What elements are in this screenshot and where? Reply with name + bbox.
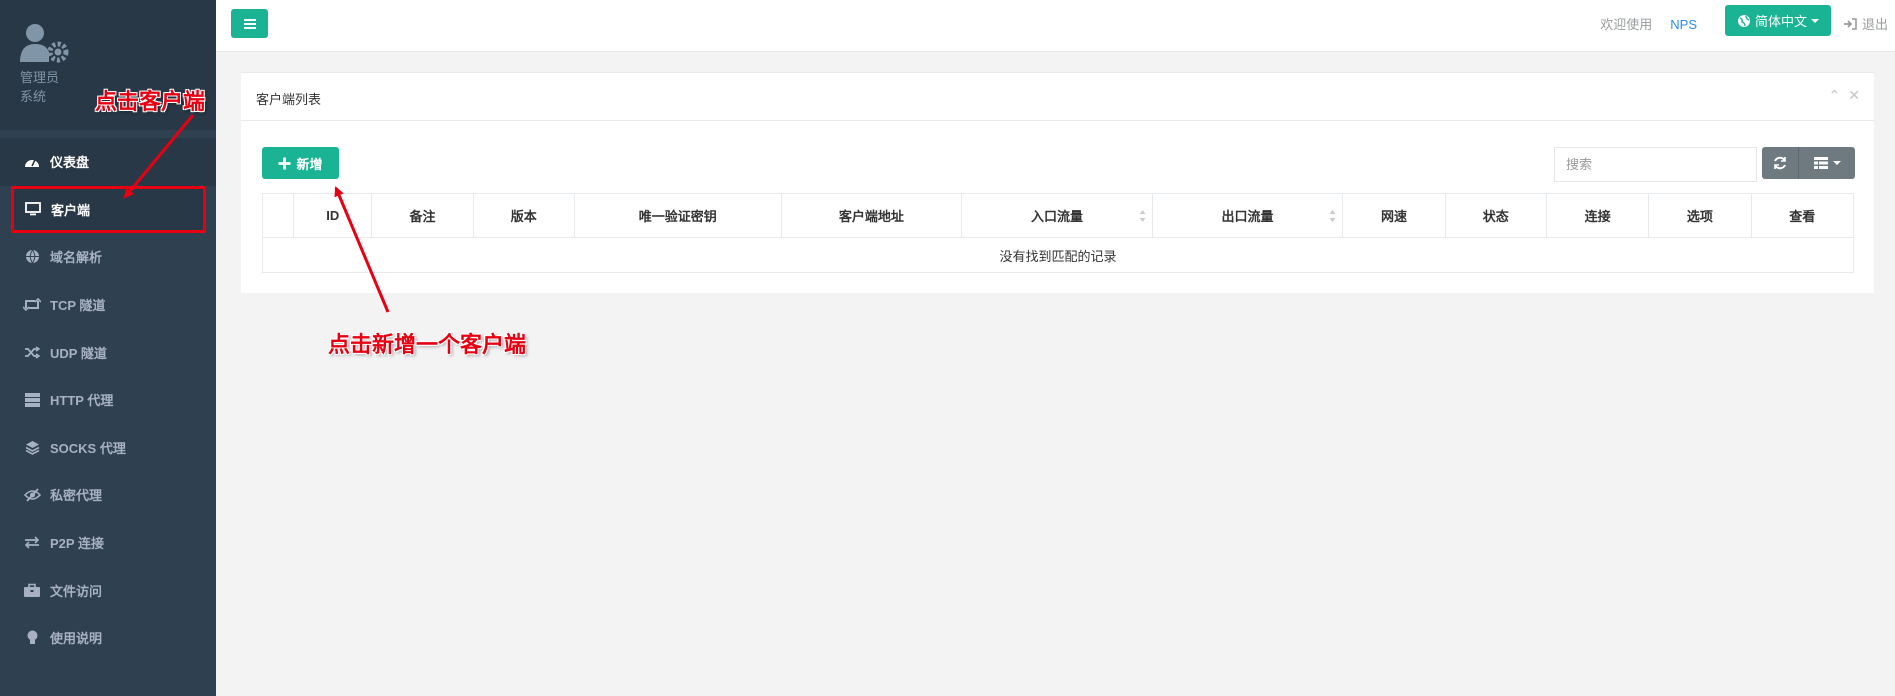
client-table: ID 备注 版本 唯一验证密钥 客户端地址 入口流量 出口流量 网速 状态 连接… (261, 193, 1855, 273)
dashboard-icon (22, 153, 42, 171)
refresh-icon (1774, 156, 1786, 170)
welcome-text: 欢迎使用 NPS (1600, 14, 1697, 33)
columns-toggle-button[interactable] (1798, 147, 1855, 179)
globe-icon (1737, 14, 1750, 27)
sidebar-item-label: 域名解析 (50, 250, 103, 266)
annotation-click-add: 点击新增一个客户端 (328, 332, 527, 358)
column-header-remark[interactable]: 备注 (371, 193, 474, 238)
column-header-inlet-flow[interactable]: 入口流量 (961, 193, 1153, 238)
refresh-button[interactable] (1762, 147, 1798, 179)
sidebar-item-tcp[interactable]: TCP 隧道 (0, 281, 216, 329)
table-header-row: ID 备注 版本 唯一验证密钥 客户端地址 入口流量 出口流量 网速 状态 连接… (261, 193, 1855, 238)
logout-label: 退出 (1861, 17, 1888, 32)
sidebar-nav: 仪表盘 客户端 域名解析 TCP 隧道 UDP 隧道 HTTP 代理 SOCKS… (0, 138, 216, 662)
sidebar-item-domain[interactable]: 域名解析 (0, 233, 216, 281)
menu-toggle-button[interactable] (231, 9, 268, 38)
layers-icon (22, 438, 42, 456)
table-icon (1813, 157, 1828, 169)
column-header-verify-key[interactable]: 唯一验证密钥 (573, 193, 782, 238)
hamburger-icon (243, 22, 256, 25)
sidebar-item-client[interactable]: 客户端 (11, 185, 206, 234)
column-header-label: 入口流量 (1030, 209, 1083, 224)
client-list-panel: 客户端列表 ⌃ ✕ 新增 ID 备注 版本 唯一验证密钥 客户端地址 入口流 (241, 72, 1874, 293)
lightbulb-icon (22, 629, 42, 647)
welcome-label: 欢迎使用 (1600, 17, 1653, 32)
column-header-version[interactable]: 版本 (472, 193, 575, 238)
sidebar-item-label: 客户端 (51, 202, 91, 218)
sidebar-item-label: P2P 连接 (50, 536, 104, 552)
sidebar-item-label: HTTP 代理 (50, 393, 114, 409)
user-cog-icon (20, 24, 69, 63)
sidebar-item-http[interactable]: HTTP 代理 (0, 376, 216, 424)
annotation-click-client: 点击客户端 (95, 89, 206, 115)
server-icon (22, 391, 42, 409)
caret-down-icon (1811, 18, 1819, 23)
sidebar-item-label: TCP 隧道 (50, 298, 106, 314)
column-header-id[interactable]: ID (293, 193, 373, 238)
caret-down-icon (1832, 161, 1841, 165)
sort-icon (1329, 210, 1336, 222)
table-row: 没有找到匹配的记录 (262, 237, 1854, 273)
column-header-checkbox[interactable] (261, 193, 295, 238)
collapse-icon[interactable]: ⌃ (1829, 87, 1841, 104)
add-client-button[interactable]: 新增 (262, 147, 339, 179)
sidebar-item-label: SOCKS 代理 (50, 440, 126, 456)
plus-icon (278, 157, 291, 169)
sidebar-item-files[interactable]: 文件访问 (0, 566, 216, 614)
column-header-connection[interactable]: 连接 (1545, 193, 1650, 238)
language-label: 简体中文 (1754, 14, 1807, 29)
admin-role-label: 管理员 (20, 70, 60, 85)
sidebar-item-dashboard[interactable]: 仪表盘 (0, 138, 216, 186)
empty-message: 没有找到匹配的记录 (262, 237, 1854, 273)
sidebar-item-private[interactable]: 私密代理 (0, 471, 216, 519)
sidebar-item-label: 私密代理 (50, 488, 103, 504)
sidebar-item-label: UDP 隧道 (50, 345, 107, 361)
sidebar-item-udp[interactable]: UDP 隧道 (0, 328, 216, 376)
sidebar-item-label: 仪表盘 (50, 155, 90, 171)
column-header-export-flow[interactable]: 出口流量 (1151, 193, 1344, 238)
eye-slash-icon (22, 486, 42, 504)
column-header-client-address[interactable]: 客户端地址 (780, 193, 963, 238)
column-header-label: 出口流量 (1221, 209, 1274, 224)
column-header-options[interactable]: 选项 (1648, 193, 1752, 238)
sidebar-item-help[interactable]: 使用说明 (0, 614, 216, 662)
panel-tools: ⌃ ✕ (1829, 87, 1860, 104)
monitor-icon (23, 200, 43, 218)
sort-icon (1139, 210, 1146, 222)
system-label: 系统 (20, 89, 47, 104)
language-dropdown[interactable]: 简体中文 (1724, 5, 1831, 36)
retweet-icon (22, 296, 42, 314)
random-icon (22, 343, 42, 361)
logout-link[interactable]: 退出 (1843, 14, 1888, 33)
sidebar-item-p2p[interactable]: P2P 连接 (0, 519, 216, 567)
sidebar-item-label: 文件访问 (50, 583, 103, 599)
sign-in-icon (1843, 17, 1857, 30)
close-icon[interactable]: ✕ (1848, 87, 1860, 104)
briefcase-icon (22, 581, 42, 599)
panel-title: 客户端列表 (241, 73, 1874, 121)
column-header-status[interactable]: 状态 (1444, 193, 1547, 238)
column-header-speed[interactable]: 网速 (1342, 193, 1446, 238)
add-button-label: 新增 (296, 156, 323, 172)
sidebar-item-label: 使用说明 (50, 631, 103, 647)
top-navbar: 欢迎使用 NPS 简体中文 退出 (216, 0, 1895, 52)
brand-link[interactable]: NPS (1670, 17, 1697, 32)
globe-icon (22, 248, 42, 266)
sidebar-item-socks[interactable]: SOCKS 代理 (0, 424, 216, 472)
search-input[interactable] (1554, 147, 1757, 182)
column-header-view[interactable]: 查看 (1750, 193, 1855, 238)
exchange-icon (22, 534, 42, 552)
